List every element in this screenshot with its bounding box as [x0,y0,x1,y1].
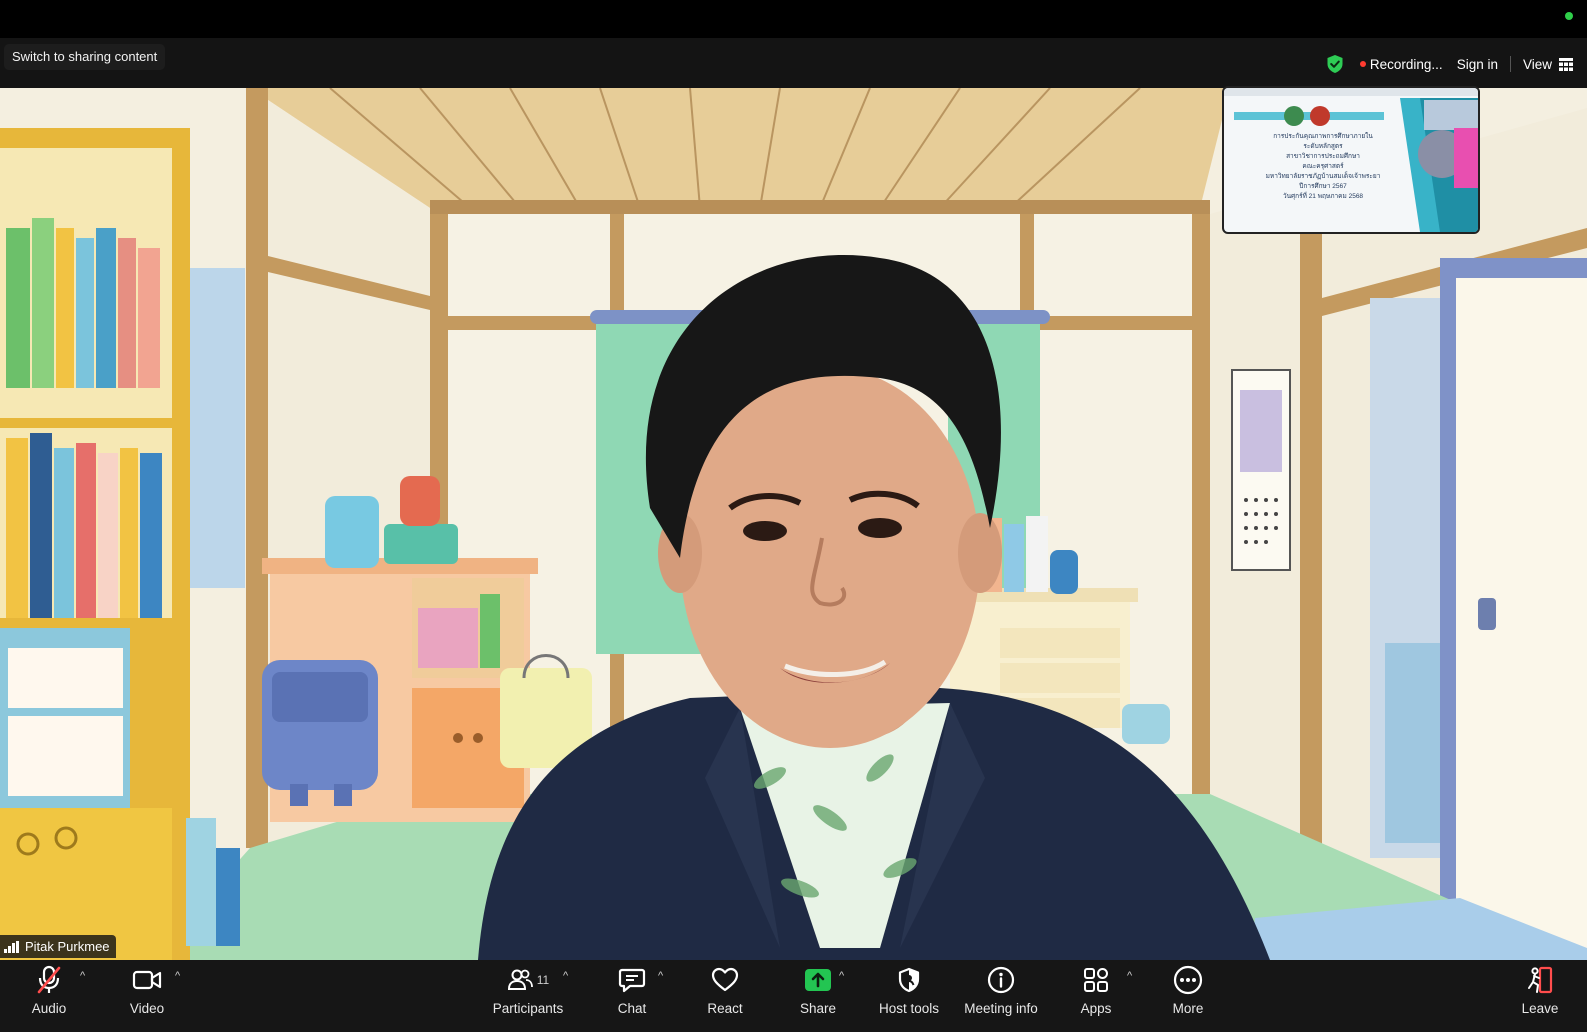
slide-line: วันศุกร์ที่ 21 พฤษภาคม 2568 [1282,193,1364,200]
recording-status[interactable]: Recording... [1370,57,1443,72]
sign-in-link[interactable]: Sign in [1457,57,1498,72]
chat-button[interactable]: Chat [604,960,660,1032]
video-camera-icon [132,963,162,997]
meeting-info-label: Meeting info [964,1001,1038,1016]
video-button[interactable]: Video [120,960,174,1032]
audio-options-caret-icon[interactable]: ^ [80,970,85,982]
microphone-muted-icon [35,963,63,997]
view-label: View [1522,56,1552,72]
window-titlebar [0,0,1587,38]
shared-content-thumbnail[interactable]: การประกันคุณภาพการศึกษาภายใน ระดับหลักสู… [1222,86,1480,234]
meeting-toolbar: Audio ^ Video ^ 11 Participants ^ Chat ^… [0,960,1587,1032]
signal-strength-icon [4,940,20,953]
more-label: More [1172,1001,1204,1016]
audio-button[interactable]: Audio [22,960,76,1032]
chat-label: Chat [617,1001,647,1016]
slide-line: ระดับหลักสูตร [1303,143,1343,150]
divider [1509,56,1511,72]
slide-text: การประกันคุณภาพการศึกษาภายใน ระดับหลักสู… [1238,132,1408,202]
recording-dot-icon [1359,61,1366,67]
apps-button[interactable]: Apps [1068,960,1124,1032]
grid-view-icon [1559,57,1573,71]
meeting-info-button[interactable]: Meeting info [958,960,1044,1032]
status-dot-icon [1565,12,1573,20]
more-button[interactable]: More [1160,960,1216,1032]
share-screen-icon [804,963,832,997]
view-button[interactable]: View [1523,57,1573,72]
share-options-caret-icon[interactable]: ^ [839,970,844,982]
participants-label: Participants [492,1001,564,1016]
apps-icon [1082,963,1110,997]
host-tools-label: Host tools [878,1001,940,1016]
chat-bubble-icon [618,963,646,997]
shield-check-icon[interactable] [1326,54,1344,74]
share-label: Share [799,1001,837,1016]
chat-options-caret-icon[interactable]: ^ [658,970,663,982]
share-button[interactable]: Share [790,960,846,1032]
slide-line: ปีการศึกษา 2567 [1299,183,1347,190]
participants-options-caret-icon[interactable]: ^ [563,970,568,982]
host-tools-button[interactable]: Host tools [874,960,944,1032]
more-dots-icon [1173,963,1203,997]
leave-button[interactable]: Leave [1512,960,1568,1032]
participants-icon: 11 [507,963,549,997]
slide-line: มหาวิทยาลัยราชภัฏบ้านสมเด็จเจ้าพระยา [1265,173,1381,180]
apps-options-caret-icon[interactable]: ^ [1127,970,1132,982]
host-shield-icon [897,963,921,997]
leave-label: Leave [1521,1001,1559,1016]
slide-line: คณะครุศาสตร์ [1302,163,1344,170]
participant-name: Pitak Purkmee [25,939,110,954]
top-right-controls: Recording... Sign in View [1326,52,1573,76]
heart-icon [711,963,739,997]
slide-line: สาขาวิชาการประถมศึกษา [1286,153,1360,160]
slide-line: การประกันคุณภาพการศึกษาภายใน [1273,133,1373,140]
info-icon [987,963,1015,997]
react-label: React [707,1001,743,1016]
video-label: Video [129,1001,165,1016]
video-options-caret-icon[interactable]: ^ [175,970,180,982]
participants-count: 11 [536,973,550,987]
meeting-top-bar: Switch to sharing content Recording... S… [0,38,1587,88]
apps-label: Apps [1080,1001,1112,1016]
leave-door-icon [1526,963,1554,997]
audio-label: Audio [31,1001,67,1016]
react-button[interactable]: React [697,960,753,1032]
participants-button[interactable]: 11 Participants [486,960,570,1032]
participant-name-tag: Pitak Purkmee [0,935,116,958]
switch-to-sharing-button[interactable]: Switch to sharing content [4,44,166,70]
